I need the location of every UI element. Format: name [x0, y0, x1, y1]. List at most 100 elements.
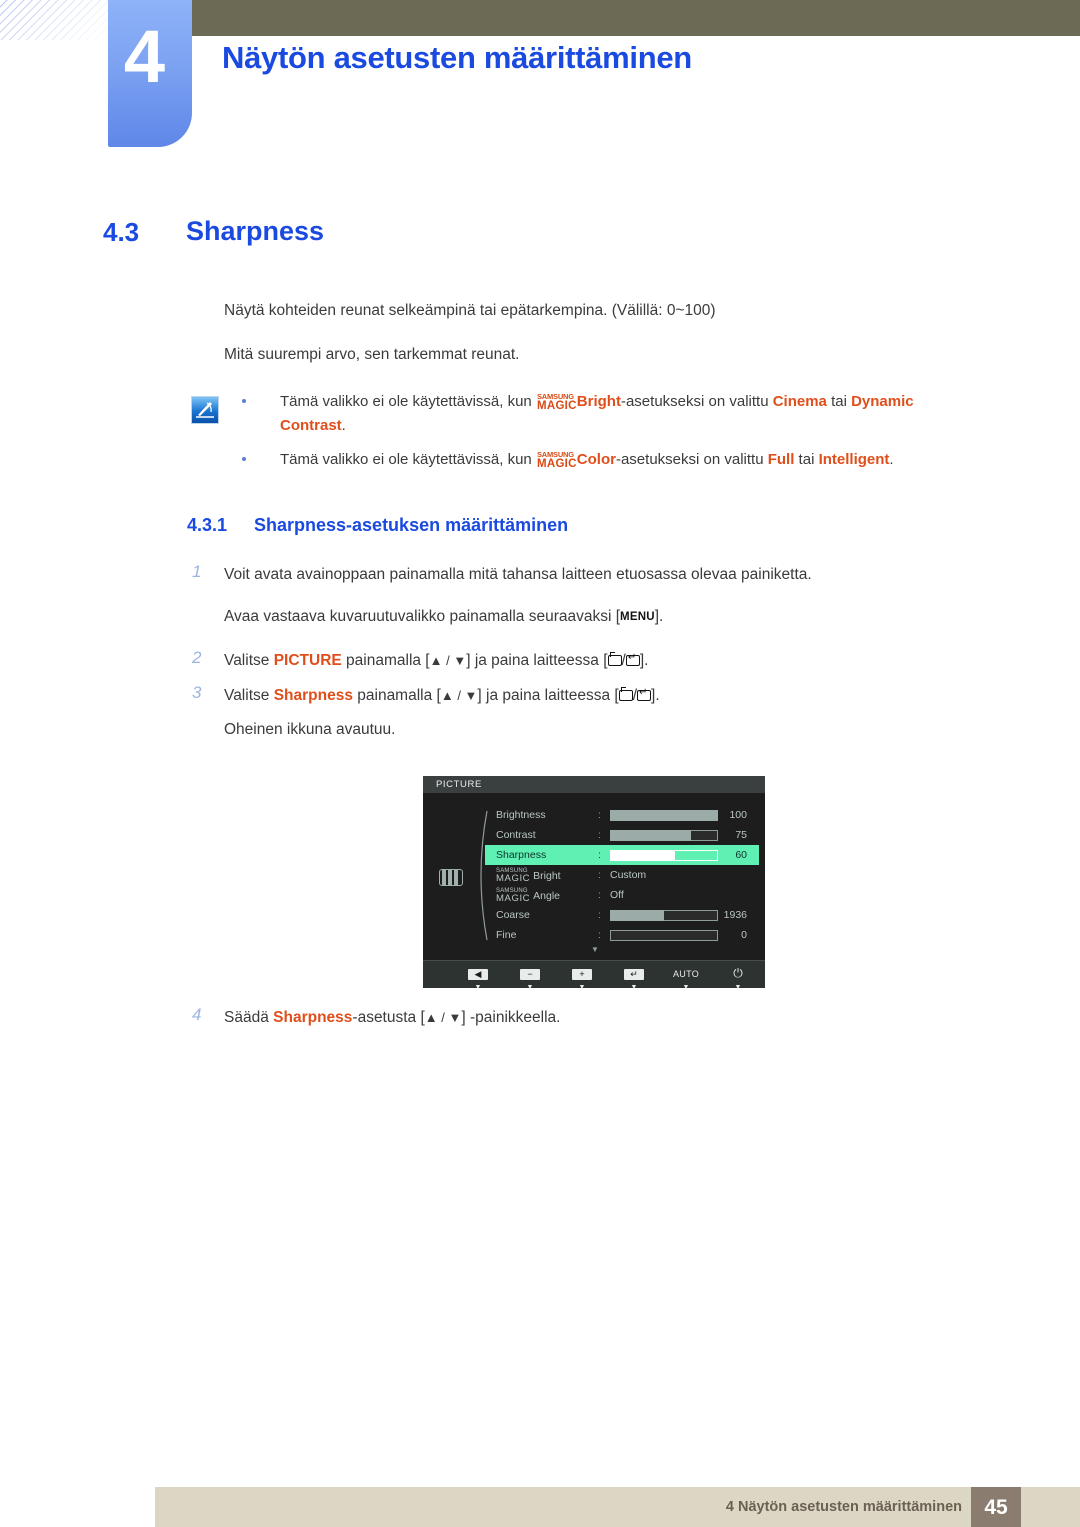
- osd-row[interactable]: Fine : 0: [485, 925, 759, 945]
- osd-row-selected[interactable]: Sharpness : 60: [485, 845, 759, 865]
- caret-down-icon: ▼: [526, 984, 534, 991]
- subsection-title: Sharpness-asetuksen määrittäminen: [254, 515, 569, 535]
- updown-arrow-keys: ▲ / ▼: [424, 1010, 462, 1025]
- enter-button[interactable]: ↵ ▼: [617, 964, 651, 992]
- page-title: Sharpness: [186, 216, 325, 246]
- osd-slider[interactable]: [610, 929, 718, 941]
- slider-track: [610, 929, 718, 941]
- osd-row-value: 1936: [723, 909, 747, 921]
- chapter-number: 4: [123, 15, 165, 98]
- magic-magic-text: MAGIC: [496, 872, 531, 884]
- slider-fill: [610, 829, 691, 841]
- step1-sub-post: ].: [654, 608, 664, 625]
- step-number-2: 2: [192, 648, 202, 667]
- back-button[interactable]: ◀ ▼: [461, 964, 495, 992]
- osd-row-value: 0: [741, 929, 747, 941]
- note-pen-icon: [191, 396, 219, 424]
- caret-down-icon: ▼: [630, 984, 638, 991]
- step2-post: ].: [639, 652, 649, 669]
- osd-colon: :: [598, 869, 601, 881]
- source-key-icon: [607, 652, 622, 666]
- slider-fill: [610, 909, 664, 921]
- step3-mid: painamalla [: [352, 687, 441, 704]
- header-hatch-pattern: [0, 0, 112, 40]
- pen-glyph: [196, 402, 214, 418]
- minus-button[interactable]: − ▼: [513, 964, 547, 992]
- osd-colon: :: [598, 849, 601, 861]
- osd-colon: :: [598, 909, 601, 921]
- slider-fill: [610, 809, 718, 821]
- caret-down-icon: ▼: [474, 984, 482, 991]
- osd-row-label-cell: Coarse: [496, 909, 598, 921]
- step3-pre: Valitse: [224, 687, 274, 704]
- osd-row-label-cell: SAMSUNG MAGIC Angle: [496, 888, 598, 903]
- step4-post: ] -painikkeella.: [461, 1009, 561, 1026]
- osd-row-label-cell: Sharpness: [496, 849, 598, 861]
- osd-row[interactable]: Coarse : 1936: [485, 905, 759, 925]
- footer-chapter-text: 4 Näytön asetusten määrittäminen: [725, 1499, 962, 1515]
- step-text-2: Valitse PICTURE painamalla [▲ / ▼] ja pa…: [224, 649, 648, 672]
- enter-icon: ↵: [624, 969, 644, 980]
- note-conj: tai: [826, 393, 852, 410]
- step4-mid: -asetusta [: [352, 1009, 425, 1026]
- picture-category-icon: [439, 869, 463, 886]
- note-conj: tai: [794, 450, 819, 468]
- subsection-number: 4.3.1: [187, 515, 228, 535]
- osd-slider[interactable]: [610, 829, 718, 841]
- step2-pre: Valitse: [224, 652, 274, 669]
- auto-button[interactable]: AUTO ▼: [669, 964, 703, 992]
- step3-mid2: ] ja paina laitteessa [: [477, 687, 619, 704]
- osd-colon: :: [598, 929, 601, 941]
- osd-slider[interactable]: [610, 809, 718, 821]
- step3-post: ].: [651, 687, 660, 704]
- osd-row-label: Brightness: [496, 809, 546, 821]
- chapter-title: Näytön asetusten määrittäminen: [222, 40, 692, 75]
- step-text-3-sub: Oheinen ikkuna avautuu.: [224, 721, 396, 738]
- power-button[interactable]: ⏻ ▼: [721, 964, 755, 992]
- magic-magic-text: MAGIC: [496, 892, 531, 904]
- osd-row-value: 75: [735, 829, 747, 841]
- osd-row[interactable]: Contrast : 75: [485, 825, 759, 845]
- step3-target: Sharpness: [273, 687, 353, 704]
- intro-paragraph-1: Näytä kohteiden reunat selkeämpinä tai e…: [224, 302, 716, 319]
- osd-slider[interactable]: [610, 909, 718, 921]
- osd-row[interactable]: SAMSUNG MAGIC Angle : Off: [485, 885, 759, 905]
- auto-label: AUTO: [672, 969, 700, 979]
- plus-button[interactable]: + ▼: [565, 964, 599, 992]
- minus-icon: −: [520, 969, 540, 980]
- osd-body: Brightness : 100 Contrast : 75 Sharpness…: [423, 793, 765, 960]
- note-value-1: Full: [767, 450, 795, 468]
- step2-target: PICTURE: [273, 652, 342, 669]
- step-text-4: Säädä Sharpness-asetusta [▲ / ▼] -painik…: [224, 1006, 560, 1029]
- osd-menu: PICTURE Brightness : 100 Contrast : 75 S…: [423, 776, 765, 991]
- back-icon: ◀: [468, 969, 488, 980]
- osd-colon: :: [598, 829, 601, 841]
- note-value-2: Intelligent: [818, 450, 890, 468]
- magic-magic-text: MAGIC: [536, 400, 577, 412]
- scroll-down-arrow[interactable]: ▼: [591, 945, 599, 954]
- step-text-1-sub: Avaa vastaava kuvaruutuvalikko painamall…: [224, 605, 663, 628]
- osd-row-value: 100: [729, 809, 747, 821]
- step-number-3: 3: [192, 683, 202, 702]
- intro-paragraph-2: Mitä suurempi arvo, sen tarkemmat reunat…: [224, 346, 520, 363]
- osd-row[interactable]: SAMSUNG MAGIC Bright : Custom: [485, 865, 759, 885]
- header-olive-bar: [192, 0, 1080, 36]
- osd-row-label: Bright: [533, 869, 561, 882]
- osd-colon: :: [598, 889, 601, 901]
- step2-mid: painamalla [: [341, 652, 430, 669]
- osd-row-value: Custom: [610, 869, 647, 881]
- note-item: Tämä valikko ei ole käytettävissä, kun S…: [236, 448, 976, 472]
- bullet-icon: [242, 456, 246, 461]
- source-key-icon: [618, 687, 633, 701]
- osd-slider[interactable]: [610, 849, 718, 861]
- note-value-1: Cinema: [772, 393, 827, 410]
- power-icon: ⏻: [733, 966, 743, 980]
- step-number-4: 4: [192, 1005, 202, 1024]
- step-text-1: Voit avata avainoppaan painamalla mitä t…: [224, 566, 812, 583]
- page-number: 45: [984, 1496, 1008, 1519]
- osd-row[interactable]: Brightness : 100: [485, 805, 759, 825]
- samsung-magic-logo: SAMSUNG MAGIC: [537, 450, 577, 469]
- plus-icon: +: [572, 969, 592, 980]
- enter-key-icon: [637, 687, 652, 701]
- note-lead-text: Tämä valikko ei ole käytettävissä, kun: [280, 393, 536, 410]
